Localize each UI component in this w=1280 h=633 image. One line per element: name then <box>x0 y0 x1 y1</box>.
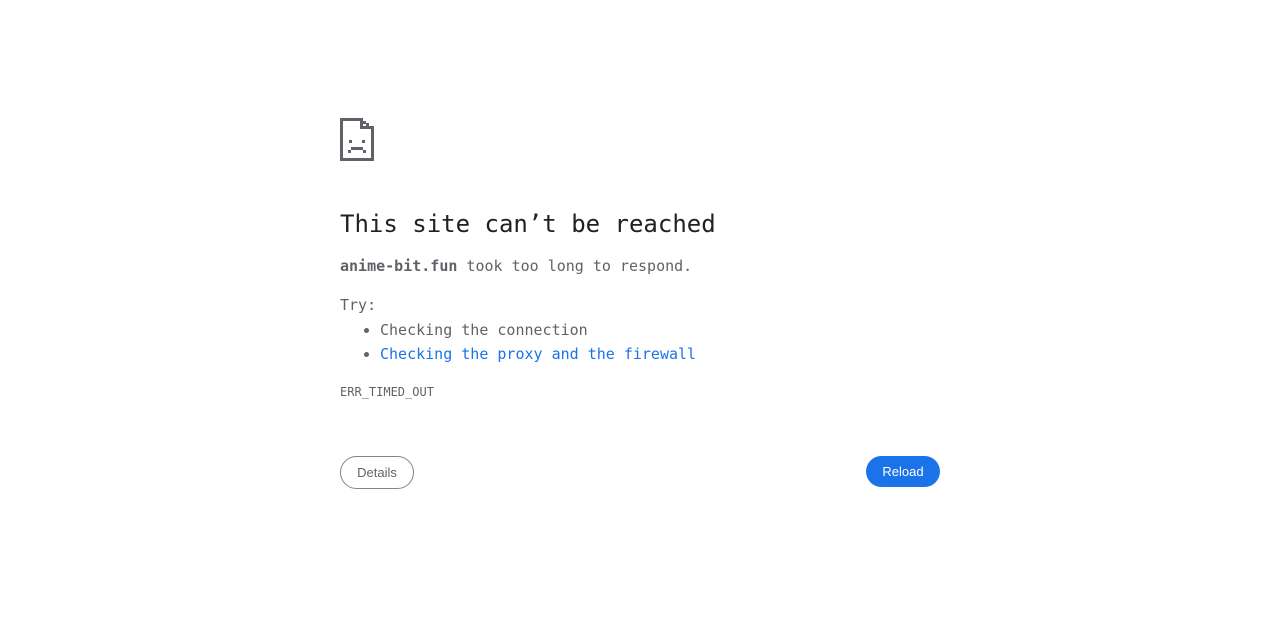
proxy-firewall-link[interactable]: Checking the proxy and the firewall <box>380 345 696 363</box>
error-page: This site can’t be reached anime-bit.fun… <box>0 0 1280 633</box>
try-label: Try: <box>340 296 377 314</box>
host-name: anime-bit.fun <box>340 257 458 275</box>
reload-button[interactable]: Reload <box>866 456 940 487</box>
suggestion-text: Checking the connection <box>380 321 588 339</box>
suggestion-check-connection: Checking the connection <box>380 318 696 342</box>
summary-text: took too long to respond. <box>457 257 693 275</box>
error-content: This site can’t be reached anime-bit.fun… <box>340 118 940 399</box>
page-title: This site can’t be reached <box>340 210 716 238</box>
suggestion-check-proxy: Checking the proxy and the firewall <box>380 342 696 366</box>
sad-page-icon <box>340 118 374 161</box>
details-button[interactable]: Details <box>340 456 414 489</box>
error-summary: anime-bit.fun took too long to respond. <box>340 256 692 276</box>
error-code: ERR_TIMED_OUT <box>340 385 434 399</box>
suggestions-list: Checking the connection Checking the pro… <box>340 318 696 366</box>
